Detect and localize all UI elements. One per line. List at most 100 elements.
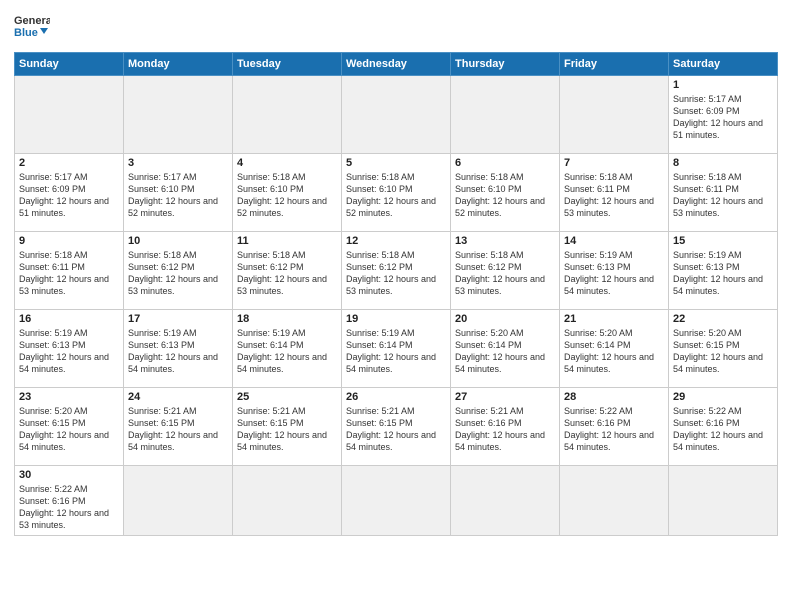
logo-svg: General Blue [14,10,50,46]
calendar-cell: 4 Sunrise: 5:18 AM Sunset: 6:10 PM Dayli… [233,154,342,232]
calendar-cell: 27 Sunrise: 5:21 AM Sunset: 6:16 PM Dayl… [451,388,560,466]
calendar-cell [124,466,233,536]
day-info: Sunrise: 5:20 AM Sunset: 6:15 PM Dayligh… [19,405,119,454]
header-thursday: Thursday [451,53,560,76]
day-number: 14 [564,235,664,247]
calendar-cell [124,76,233,154]
logo: General Blue [14,10,50,46]
day-number: 5 [346,157,446,169]
calendar-cell [451,466,560,536]
calendar-cell: 11 Sunrise: 5:18 AM Sunset: 6:12 PM Dayl… [233,232,342,310]
calendar-cell [342,466,451,536]
svg-text:Blue: Blue [14,27,38,39]
calendar-cell: 24 Sunrise: 5:21 AM Sunset: 6:15 PM Dayl… [124,388,233,466]
day-info: Sunrise: 5:19 AM Sunset: 6:13 PM Dayligh… [19,327,119,376]
calendar-cell: 20 Sunrise: 5:20 AM Sunset: 6:14 PM Dayl… [451,310,560,388]
calendar-cell: 22 Sunrise: 5:20 AM Sunset: 6:15 PM Dayl… [669,310,778,388]
day-number: 21 [564,313,664,325]
svg-text:General: General [14,15,50,27]
day-number: 22 [673,313,773,325]
calendar-cell: 21 Sunrise: 5:20 AM Sunset: 6:14 PM Dayl… [560,310,669,388]
day-number: 25 [237,391,337,403]
day-info: Sunrise: 5:18 AM Sunset: 6:12 PM Dayligh… [128,249,228,298]
calendar-cell [451,76,560,154]
day-info: Sunrise: 5:17 AM Sunset: 6:09 PM Dayligh… [673,93,773,142]
day-info: Sunrise: 5:18 AM Sunset: 6:12 PM Dayligh… [346,249,446,298]
day-info: Sunrise: 5:17 AM Sunset: 6:10 PM Dayligh… [128,171,228,220]
day-info: Sunrise: 5:20 AM Sunset: 6:14 PM Dayligh… [455,327,555,376]
day-number: 24 [128,391,228,403]
calendar-cell [233,466,342,536]
calendar-cell: 28 Sunrise: 5:22 AM Sunset: 6:16 PM Dayl… [560,388,669,466]
day-number: 6 [455,157,555,169]
day-number: 18 [237,313,337,325]
calendar-cell: 10 Sunrise: 5:18 AM Sunset: 6:12 PM Dayl… [124,232,233,310]
calendar-cell [15,76,124,154]
day-number: 27 [455,391,555,403]
header-wednesday: Wednesday [342,53,451,76]
day-info: Sunrise: 5:18 AM Sunset: 6:12 PM Dayligh… [237,249,337,298]
day-number: 28 [564,391,664,403]
day-info: Sunrise: 5:18 AM Sunset: 6:12 PM Dayligh… [455,249,555,298]
weekday-header-row: Sunday Monday Tuesday Wednesday Thursday… [15,53,778,76]
day-info: Sunrise: 5:17 AM Sunset: 6:09 PM Dayligh… [19,171,119,220]
calendar-cell: 23 Sunrise: 5:20 AM Sunset: 6:15 PM Dayl… [15,388,124,466]
day-info: Sunrise: 5:18 AM Sunset: 6:10 PM Dayligh… [346,171,446,220]
calendar-cell: 5 Sunrise: 5:18 AM Sunset: 6:10 PM Dayli… [342,154,451,232]
day-info: Sunrise: 5:19 AM Sunset: 6:13 PM Dayligh… [673,249,773,298]
day-number: 7 [564,157,664,169]
calendar-cell: 8 Sunrise: 5:18 AM Sunset: 6:11 PM Dayli… [669,154,778,232]
calendar-cell: 15 Sunrise: 5:19 AM Sunset: 6:13 PM Dayl… [669,232,778,310]
day-info: Sunrise: 5:20 AM Sunset: 6:14 PM Dayligh… [564,327,664,376]
calendar-cell [560,466,669,536]
day-info: Sunrise: 5:19 AM Sunset: 6:14 PM Dayligh… [237,327,337,376]
day-info: Sunrise: 5:18 AM Sunset: 6:11 PM Dayligh… [19,249,119,298]
calendar-cell: 14 Sunrise: 5:19 AM Sunset: 6:13 PM Dayl… [560,232,669,310]
header-sunday: Sunday [15,53,124,76]
day-info: Sunrise: 5:18 AM Sunset: 6:11 PM Dayligh… [564,171,664,220]
day-number: 26 [346,391,446,403]
calendar-cell: 2 Sunrise: 5:17 AM Sunset: 6:09 PM Dayli… [15,154,124,232]
day-number: 10 [128,235,228,247]
day-number: 9 [19,235,119,247]
calendar-cell: 12 Sunrise: 5:18 AM Sunset: 6:12 PM Dayl… [342,232,451,310]
day-number: 8 [673,157,773,169]
header: General Blue [14,10,778,46]
calendar-cell: 29 Sunrise: 5:22 AM Sunset: 6:16 PM Dayl… [669,388,778,466]
day-info: Sunrise: 5:18 AM Sunset: 6:10 PM Dayligh… [237,171,337,220]
day-number: 15 [673,235,773,247]
day-number: 3 [128,157,228,169]
day-info: Sunrise: 5:19 AM Sunset: 6:13 PM Dayligh… [564,249,664,298]
day-info: Sunrise: 5:19 AM Sunset: 6:14 PM Dayligh… [346,327,446,376]
day-info: Sunrise: 5:18 AM Sunset: 6:10 PM Dayligh… [455,171,555,220]
calendar-cell: 7 Sunrise: 5:18 AM Sunset: 6:11 PM Dayli… [560,154,669,232]
day-info: Sunrise: 5:21 AM Sunset: 6:15 PM Dayligh… [128,405,228,454]
calendar-cell: 25 Sunrise: 5:21 AM Sunset: 6:15 PM Dayl… [233,388,342,466]
calendar-cell: 26 Sunrise: 5:21 AM Sunset: 6:15 PM Dayl… [342,388,451,466]
calendar-cell: 1 Sunrise: 5:17 AM Sunset: 6:09 PM Dayli… [669,76,778,154]
day-number: 13 [455,235,555,247]
calendar-cell [560,76,669,154]
calendar-cell [342,76,451,154]
day-info: Sunrise: 5:22 AM Sunset: 6:16 PM Dayligh… [673,405,773,454]
day-number: 30 [19,469,119,481]
day-number: 23 [19,391,119,403]
day-number: 1 [673,79,773,91]
header-friday: Friday [560,53,669,76]
day-number: 20 [455,313,555,325]
day-number: 29 [673,391,773,403]
day-info: Sunrise: 5:21 AM Sunset: 6:15 PM Dayligh… [346,405,446,454]
day-info: Sunrise: 5:22 AM Sunset: 6:16 PM Dayligh… [19,483,119,532]
calendar-cell: 3 Sunrise: 5:17 AM Sunset: 6:10 PM Dayli… [124,154,233,232]
header-monday: Monday [124,53,233,76]
calendar-cell: 18 Sunrise: 5:19 AM Sunset: 6:14 PM Dayl… [233,310,342,388]
day-info: Sunrise: 5:21 AM Sunset: 6:15 PM Dayligh… [237,405,337,454]
calendar-page: General Blue Sunday Monday Tuesday Wedne… [0,0,792,612]
day-number: 12 [346,235,446,247]
calendar-cell: 17 Sunrise: 5:19 AM Sunset: 6:13 PM Dayl… [124,310,233,388]
day-number: 2 [19,157,119,169]
logo-graphic: General Blue [14,10,50,46]
day-info: Sunrise: 5:19 AM Sunset: 6:13 PM Dayligh… [128,327,228,376]
calendar-cell [233,76,342,154]
day-number: 17 [128,313,228,325]
